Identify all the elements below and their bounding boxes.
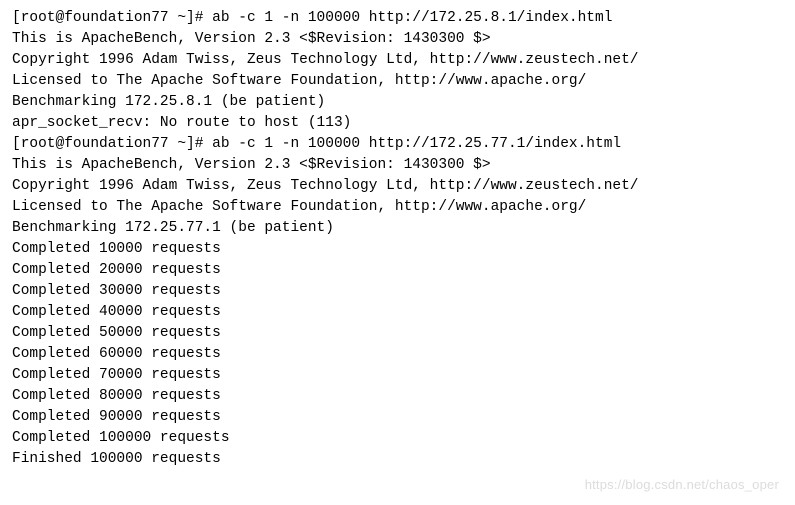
terminal-line: Copyright 1996 Adam Twiss, Zeus Technolo… xyxy=(12,176,783,197)
terminal-line: apr_socket_recv: No route to host (113) xyxy=(12,113,783,134)
terminal-line: Completed 60000 requests xyxy=(12,344,783,365)
terminal-line: Completed 100000 requests xyxy=(12,428,783,449)
terminal-line: [root@foundation77 ~]# ab -c 1 -n 100000… xyxy=(12,134,783,155)
terminal-line: Completed 20000 requests xyxy=(12,260,783,281)
terminal-line: Completed 10000 requests xyxy=(12,239,783,260)
terminal-line: Benchmarking 172.25.77.1 (be patient) xyxy=(12,218,783,239)
terminal-line: This is ApacheBench, Version 2.3 <$Revis… xyxy=(12,155,783,176)
terminal-line: This is ApacheBench, Version 2.3 <$Revis… xyxy=(12,29,783,50)
terminal-line: Completed 90000 requests xyxy=(12,407,783,428)
terminal-line: Completed 80000 requests xyxy=(12,386,783,407)
terminal-output: [root@foundation77 ~]# ab -c 1 -n 100000… xyxy=(12,8,783,470)
terminal-line: Completed 30000 requests xyxy=(12,281,783,302)
terminal-line: Completed 70000 requests xyxy=(12,365,783,386)
terminal-line: Finished 100000 requests xyxy=(12,449,783,470)
terminal-line: Copyright 1996 Adam Twiss, Zeus Technolo… xyxy=(12,50,783,71)
terminal-line: [root@foundation77 ~]# ab -c 1 -n 100000… xyxy=(12,8,783,29)
terminal-line: Benchmarking 172.25.8.1 (be patient) xyxy=(12,92,783,113)
watermark-text: https://blog.csdn.net/chaos_oper xyxy=(585,476,779,495)
terminal-line: Licensed to The Apache Software Foundati… xyxy=(12,197,783,218)
terminal-line: Completed 50000 requests xyxy=(12,323,783,344)
terminal-line: Licensed to The Apache Software Foundati… xyxy=(12,71,783,92)
terminal-line: Completed 40000 requests xyxy=(12,302,783,323)
